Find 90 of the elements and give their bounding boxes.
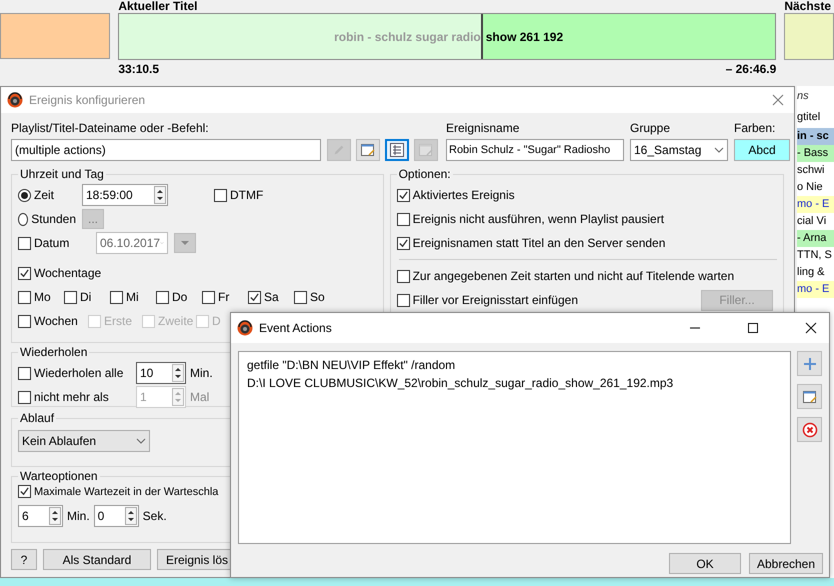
chevron-down-icon [714, 147, 724, 153]
next-title-label: Nächste [784, 0, 832, 13]
delete-button[interactable] [797, 417, 822, 442]
spinner-icon[interactable] [154, 186, 166, 204]
checkbox[interactable]: DTMF [214, 188, 264, 202]
delete-icon [802, 422, 818, 438]
checkbox[interactable]: Sa [248, 290, 288, 304]
edit-button[interactable] [356, 139, 380, 161]
checkbox[interactable]: Filler vor Ereignisstart einfügen [396, 293, 578, 307]
edit-button[interactable] [797, 384, 822, 409]
checkbox[interactable]: Di [64, 290, 104, 304]
radio-button[interactable]: Stunden [18, 212, 76, 226]
caret-down-icon [180, 240, 190, 246]
checkbox[interactable]: Do [156, 290, 196, 304]
color-button[interactable]: Abcd [734, 139, 790, 161]
next-track-panel [784, 13, 834, 60]
playlist-row[interactable]: - Bass [797, 145, 834, 162]
radio-button[interactable]: Zeit [18, 188, 76, 202]
action-item[interactable]: D:\I LOVE CLUBMUSIC\KW_52\robin_schulz_sugar_radio_show_261_192.mp3 [247, 376, 782, 390]
unit-label: Min. [190, 366, 213, 380]
unit-label: Sek. [142, 509, 167, 523]
field-label: Gruppe [630, 121, 672, 135]
cancel-button[interactable]: Abbrechen [749, 553, 823, 574]
chevron-down-icon [136, 438, 146, 444]
checkbox[interactable]: Mi [110, 290, 150, 304]
remaining-time: – 26:46.9 [726, 63, 776, 76]
close-icon[interactable] [805, 322, 817, 334]
group-title: Wiederholen [19, 345, 88, 359]
playlist-row[interactable]: in - sc [797, 128, 834, 145]
window-edit-icon [360, 142, 376, 158]
number-field[interactable]: 10 [136, 362, 186, 384]
seconds-field[interactable]: 0 [94, 505, 139, 527]
maximize-icon[interactable] [747, 322, 759, 334]
time-field[interactable]: 18:59:00 [82, 184, 168, 206]
unit-label: Min. [67, 509, 90, 523]
field-label: Playlist/Titel-Dateiname oder -Befehl: [11, 121, 210, 135]
list-button[interactable] [385, 139, 409, 161]
minutes-field[interactable]: 6 [18, 505, 63, 527]
add-button[interactable] [797, 351, 822, 376]
field-label: Farben: [734, 121, 776, 135]
checkbox[interactable]: So [294, 290, 334, 304]
group-title: Warteoptionen [19, 469, 99, 483]
elapsed-time: 33:10.5 [118, 63, 160, 76]
checkbox[interactable]: Zur angegebenen Zeit starten und nicht auf Titelende warten [396, 269, 734, 283]
plus-icon [802, 356, 818, 372]
action-item[interactable]: getfile "D:\BN NEU\VIP Effekt" /random [247, 358, 782, 372]
checkbox[interactable]: Mo [18, 290, 58, 304]
checkmark-icon [398, 190, 409, 200]
event-name-field[interactable]: Robin Schulz - "Sugar" Radiosho [446, 139, 624, 161]
list-header: ns [797, 89, 810, 104]
checkbox[interactable]: Aktiviertes Ereignis [396, 188, 515, 202]
track-title-played: robin - schulz sugar radio [334, 30, 481, 44]
group-title: Ablauf [19, 411, 56, 425]
speaker-icon [7, 92, 23, 108]
checkbox[interactable]: Ereignis nicht ausführen, wenn Playlist pausiert [396, 212, 664, 226]
track-title-rest: show 261 192 [486, 30, 564, 44]
playlist-row[interactable]: mo - E [797, 196, 834, 213]
checkmark-icon [19, 486, 30, 497]
group-title: Optionen: [398, 167, 452, 181]
ok-button[interactable]: OK [669, 553, 741, 574]
list-icon [389, 142, 405, 158]
window-title: Ereignis konfigurieren [29, 93, 146, 107]
playlist-row[interactable]: mo - E [797, 281, 834, 298]
checkbox[interactable]: Wochen [18, 314, 82, 328]
window-edit-icon [802, 388, 818, 404]
spinner-icon[interactable] [124, 507, 137, 525]
spinner-icon[interactable] [49, 507, 61, 525]
group-dropdown[interactable]: 16_Samstag [630, 139, 728, 161]
window-title: Event Actions [259, 321, 333, 335]
checkbox[interactable]: Wiederholen alle [18, 366, 132, 380]
checkbox[interactable]: Ereignisnamen statt Titel an den Server senden [396, 236, 666, 250]
checkbox[interactable]: Maximale Wartezeit in der Warteschla [18, 485, 377, 498]
group-title: Uhrzeit und Tag [19, 167, 105, 181]
spinner-icon[interactable] [172, 364, 184, 382]
unit-label: Mal [190, 390, 210, 404]
list-header: gtitel [797, 110, 822, 125]
playlist-row[interactable]: - Arna [797, 230, 834, 247]
checkmark-icon [398, 238, 409, 248]
field-label: Ereignisname [446, 121, 520, 135]
speaker-icon [237, 320, 253, 336]
checkmark-icon [19, 268, 30, 278]
checkmark-icon [249, 292, 260, 302]
command-field[interactable]: (multiple actions) [11, 139, 321, 161]
expiry-dropdown[interactable]: Kein Ablaufen [18, 430, 150, 452]
window-edit-icon [418, 142, 434, 158]
checkbox[interactable]: Wochentage [18, 266, 102, 280]
default-button[interactable]: Als Standard [43, 549, 151, 570]
checkbox[interactable]: Fr [202, 290, 242, 304]
help-button[interactable]: ? [11, 549, 37, 570]
current-title-label: Aktueller Titel [118, 0, 198, 13]
